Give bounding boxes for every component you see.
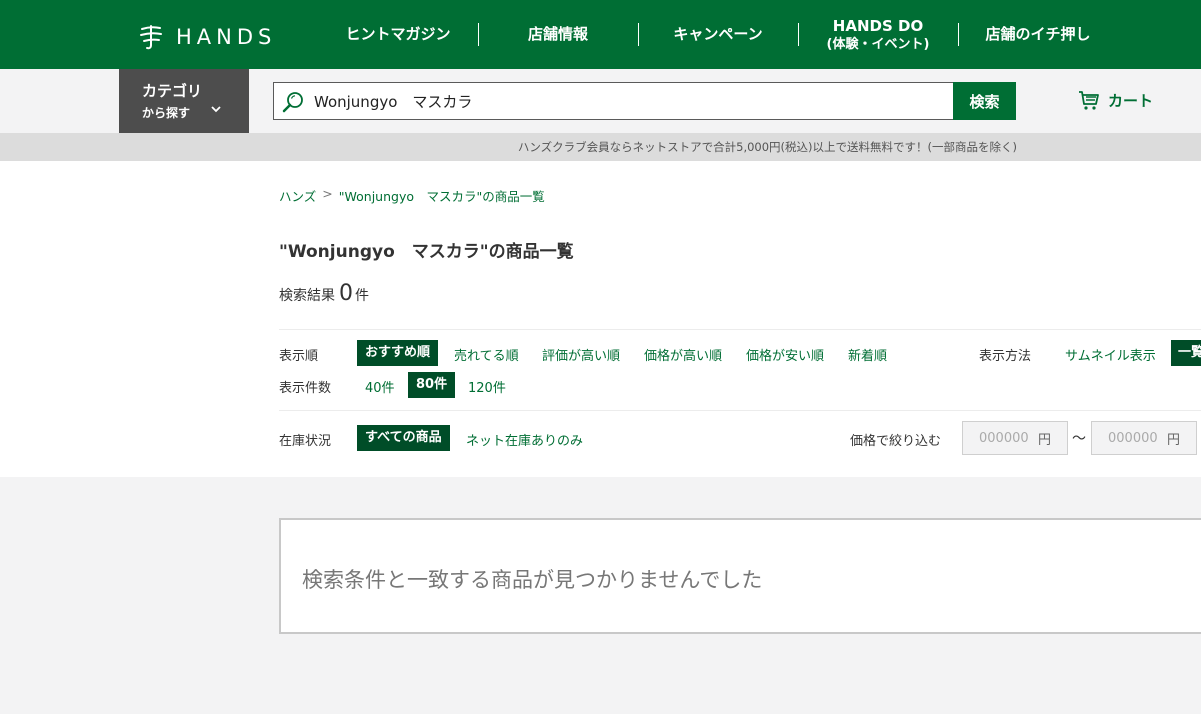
cart-link[interactable]: カート	[1078, 89, 1153, 111]
chevron-down-icon	[211, 106, 221, 113]
search-row: カテゴリ から探す 検索 カート	[0, 69, 1201, 133]
sort-top-rated[interactable]: 評価が高い順	[542, 345, 620, 364]
sort-recommended[interactable]: おすすめ順	[357, 340, 439, 366]
result-suffix: 件	[355, 288, 369, 304]
breadcrumb-current[interactable]: "Wonjungyo マスカラ"の商品一覧	[339, 186, 545, 205]
price-min-placeholder: 000000	[979, 430, 1029, 446]
hands-logo-icon	[140, 25, 162, 50]
result-prefix: 検索結果	[279, 288, 335, 304]
view-thumbnail[interactable]: サムネイル表示	[1065, 345, 1156, 364]
breadcrumb-separator: >	[322, 186, 333, 201]
category-label: カテゴリ	[142, 82, 203, 100]
sort-newest[interactable]: 新着順	[848, 345, 887, 364]
sort-best-selling[interactable]: 売れてる順	[454, 345, 519, 364]
price-unit: 円	[1037, 432, 1051, 448]
divider	[279, 410, 1201, 411]
category-sublabel: から探す	[142, 106, 191, 120]
search-box	[273, 82, 954, 120]
stock-all[interactable]: すべての商品	[357, 425, 450, 451]
per-page-40[interactable]: 40件	[365, 377, 395, 396]
breadcrumb: ハンズ > "Wonjungyo マスカラ"の商品一覧	[279, 186, 545, 205]
nav-campaign[interactable]: キャンペーン	[638, 0, 798, 69]
price-filter-label: 価格で絞り込む	[850, 434, 942, 449]
nav-hint-magazine[interactable]: ヒントマガジン	[318, 0, 478, 69]
hands-logo[interactable]: HANDS	[138, 22, 276, 52]
price-range-separator: 〜	[1072, 431, 1086, 447]
nav-label: 店舗のイチ押し	[985, 25, 1091, 44]
notice-text: ハンズクラブ会員ならネットストアで合計5,000円(税込)以上で送料無料です！(…	[517, 140, 1017, 154]
nav-store-info[interactable]: 店舗情報	[478, 0, 638, 69]
per-page-label: 表示件数	[279, 381, 332, 396]
nav-hands-do[interactable]: HANDS DO (体験・イベント)	[798, 0, 958, 69]
per-page-80[interactable]: 80件	[408, 372, 456, 398]
breadcrumb-home[interactable]: ハンズ	[279, 186, 316, 205]
page-title: "Wonjungyo マスカラ"の商品一覧	[279, 242, 574, 262]
divider	[279, 329, 1201, 330]
cart-label: カート	[1108, 91, 1154, 110]
global-header: HANDS ヒントマガジン 店舗情報 キャンペーン HANDS DO (体験・イ…	[0, 0, 1201, 69]
nav-label: ヒントマガジン	[345, 25, 451, 44]
sort-label: 表示順	[279, 349, 319, 364]
global-nav: ヒントマガジン 店舗情報 キャンペーン HANDS DO (体験・イベント) 店…	[318, 0, 1118, 69]
price-unit: 円	[1166, 432, 1180, 448]
nav-label: HANDS DO	[832, 16, 924, 35]
result-count: 検索結果 0 件	[279, 281, 369, 306]
price-min-field[interactable]: 000000 円	[962, 421, 1068, 455]
view-list[interactable]: 一覧	[1171, 340, 1201, 366]
nav-label: 店舗情報	[527, 25, 588, 44]
stock-online-only[interactable]: ネット在庫ありのみ	[466, 430, 583, 449]
main-panel: ハンズ > "Wonjungyo マスカラ"の商品一覧 "Wonjungyo マ…	[0, 161, 1201, 477]
category-button[interactable]: カテゴリ から探す	[119, 69, 249, 133]
price-max-placeholder: 000000	[1108, 430, 1158, 446]
result-number: 0	[339, 281, 353, 306]
per-page-120[interactable]: 120件	[468, 377, 506, 396]
search-button[interactable]: 検索	[953, 82, 1016, 120]
sort-price-high[interactable]: 価格が高い順	[644, 345, 722, 364]
cart-icon	[1079, 91, 1099, 110]
search-input[interactable]	[314, 83, 944, 119]
empty-result-panel: 検索条件と一致する商品が見つかりませんでした	[279, 518, 1201, 634]
stock-label: 在庫状況	[279, 434, 332, 449]
nav-store-picks[interactable]: 店舗のイチ押し	[958, 0, 1118, 69]
search-icon	[282, 92, 303, 113]
empty-message: 検索条件と一致する商品が見つかりませんでした	[302, 568, 763, 592]
price-max-field[interactable]: 000000 円	[1091, 421, 1197, 455]
nav-sublabel: (体験・イベント)	[826, 36, 930, 52]
logo-text: HANDS	[176, 25, 277, 49]
sort-price-low[interactable]: 価格が安い順	[746, 345, 824, 364]
shipping-notice: ハンズクラブ会員ならネットストアで合計5,000円(税込)以上で送料無料です！(…	[0, 133, 1201, 161]
view-mode-label: 表示方法	[979, 349, 1032, 364]
nav-label: キャンペーン	[673, 25, 763, 44]
